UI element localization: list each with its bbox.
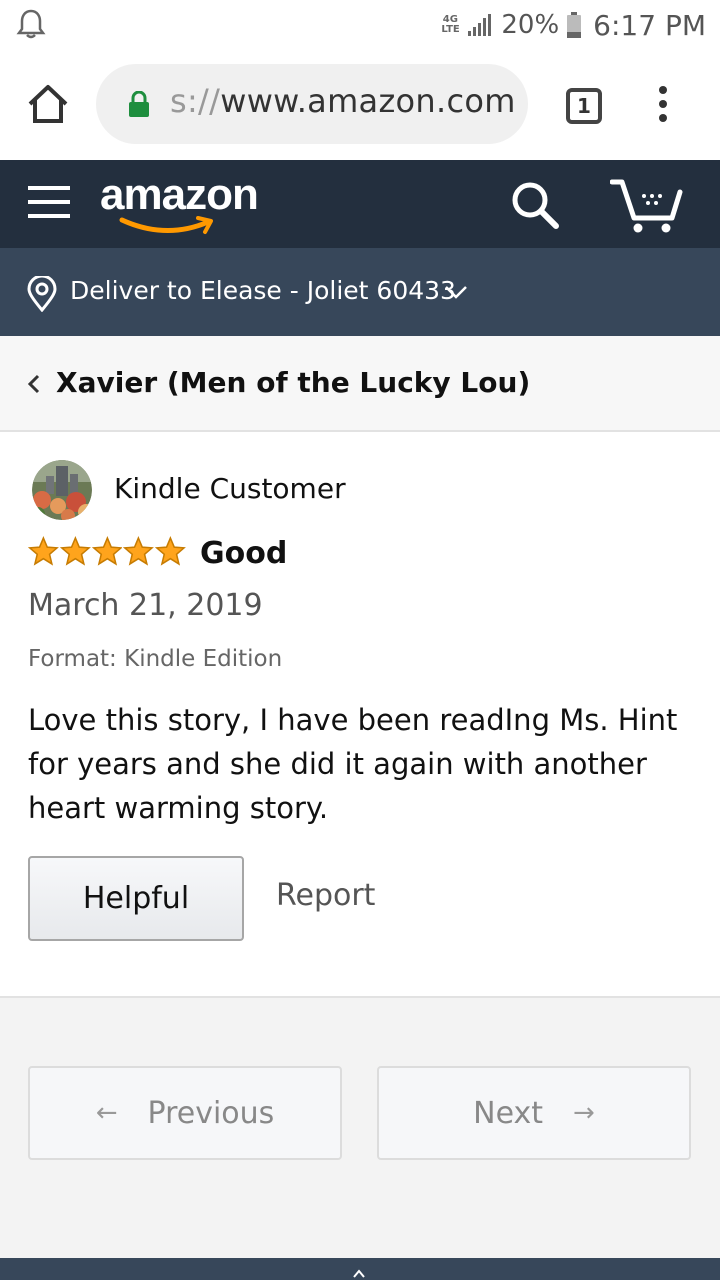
star-rating — [28, 536, 186, 570]
star-icon — [155, 536, 186, 566]
pagination: ← Previous Next → — [0, 998, 720, 1258]
next-button[interactable]: Next → — [377, 1066, 691, 1160]
chevron-down-icon — [445, 286, 467, 299]
chevron-left-icon — [27, 374, 40, 394]
review-title: Good — [200, 536, 288, 571]
address-bar[interactable]: s://www.amazon.com — [96, 64, 528, 144]
browser-toolbar: s://www.amazon.com 1 — [0, 50, 720, 160]
previous-button[interactable]: ← Previous — [28, 1066, 342, 1160]
review-date: March 21, 2019 — [28, 588, 263, 623]
site-header: amazon — [0, 160, 720, 248]
hamburger-menu-icon[interactable] — [28, 182, 72, 222]
reviewer-name[interactable]: Kindle Customer — [114, 472, 346, 505]
url-scheme: s:// — [170, 82, 221, 120]
deliver-to-text: Deliver to Elease - Joliet 60433 — [70, 276, 456, 305]
star-icon — [28, 536, 59, 566]
network-type: 4G LTE — [441, 14, 460, 35]
deliver-to-bar[interactable]: Deliver to Elease - Joliet 60433 — [0, 248, 720, 336]
chevron-up-icon — [353, 1269, 365, 1278]
previous-label: Previous — [147, 1095, 275, 1131]
smile-arrow-icon — [119, 216, 213, 234]
signal-icon — [468, 14, 492, 36]
avatar[interactable] — [32, 460, 92, 520]
tab-switcher-button[interactable]: 1 — [566, 88, 602, 124]
clock: 6:17 PM — [593, 8, 706, 42]
product-title-link[interactable]: Xavier (Men of the Lucky Lou) — [56, 366, 530, 399]
url-host: www.amazon.com — [220, 82, 516, 120]
status-indicators: 4G LTE 20% 6:17 PM — [441, 8, 706, 42]
breadcrumb[interactable]: Xavier (Men of the Lucky Lou) — [0, 336, 720, 432]
star-icon — [59, 536, 91, 566]
review-body: Love this story, I have been readIng Ms.… — [28, 703, 678, 825]
next-label: Next — [473, 1095, 544, 1131]
url-text: s://www.amazon.com — [170, 82, 516, 120]
arrow-right-icon: → — [573, 1098, 595, 1128]
lock-icon — [129, 91, 149, 117]
search-icon[interactable] — [508, 178, 562, 232]
amazon-logo[interactable]: amazon — [100, 170, 270, 240]
logo-text: amazon — [100, 170, 259, 219]
review-format: Format: Kindle Edition — [28, 646, 283, 672]
arrow-left-icon: ← — [95, 1098, 118, 1128]
more-vert-icon[interactable] — [650, 84, 676, 124]
report-link[interactable]: Report — [276, 878, 375, 913]
home-icon[interactable] — [26, 82, 70, 126]
helpful-button[interactable]: Helpful — [28, 856, 244, 941]
star-icon — [91, 536, 123, 566]
review-card: Kindle Customer Good March 21, 2019 Form… — [0, 432, 720, 998]
notification-bell-icon — [16, 9, 46, 39]
cart-icon[interactable] — [610, 178, 684, 234]
location-pin-icon — [27, 276, 57, 312]
battery-icon — [567, 12, 582, 38]
status-bar: 4G LTE 20% 6:17 PM — [0, 0, 720, 50]
battery-percent: 20% — [501, 10, 560, 40]
star-icon — [123, 536, 155, 566]
